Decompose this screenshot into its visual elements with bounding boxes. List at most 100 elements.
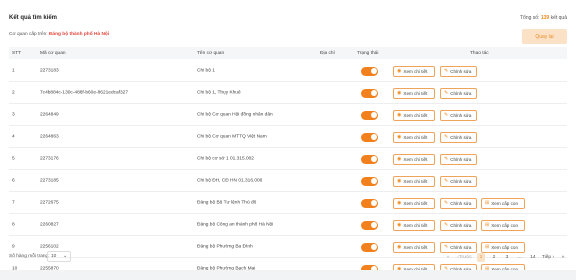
col-code: Mã cơ quan (40, 50, 66, 56)
row-name: Chi bộ Cơ quan MTTQ Việt Nam (197, 134, 267, 139)
table-row: 5 2273176 Chi bộ cơ sở 1 01.315.002 ◉ Xem ch… (9, 148, 567, 170)
total-number: 139 (540, 15, 550, 21)
eye-icon: ◉ (397, 222, 402, 228)
table-row: 3 2264849 Chi bộ Cơ quan Hội đồng nhân dân… (9, 104, 567, 126)
row-name: Chi bộ 1 (197, 68, 215, 73)
eye-icon: ◉ (397, 200, 402, 206)
edit-button[interactable]: ✎ Chỉnh sửa (440, 197, 477, 209)
status-toggle[interactable] (361, 110, 378, 120)
pencil-icon: ✎ (444, 90, 449, 96)
pagination-bar: Số hàng mỗi trang: 10 ⌄ « ‹ Trước 1 2 3 … (9, 250, 567, 264)
pencil-icon: ✎ (444, 112, 449, 118)
view-detail-button[interactable]: ◉ Xem chi tiết (393, 175, 435, 187)
edit-button[interactable]: ✎ Chỉnh sửa (440, 175, 477, 187)
table-row: 6 2273185 Chi bộ ĐH, CĐ HN 01.316.006 ◉ Xem … (9, 170, 567, 192)
tree-icon: ⊞ (485, 222, 490, 228)
eye-icon: ◉ (397, 134, 402, 140)
pager: « ‹ Trước 1 2 3 ... 14 Tiếp › » (444, 250, 567, 264)
edit-button[interactable]: ✎ Chỉnh sửa (440, 153, 477, 165)
pencil-icon: ✎ (444, 156, 449, 162)
results-title: Kết quả tìm kiếm (9, 15, 58, 21)
status-toggle[interactable] (361, 66, 378, 76)
table-header: STT Mã cơ quan Tên cơ quan Địa chỉ Trạng… (9, 47, 567, 59)
page-3[interactable]: 3 (503, 253, 511, 262)
row-name: Đảng bộ Bộ Tư lệnh Thủ đô (197, 200, 257, 205)
back-button[interactable]: Quay lại (522, 29, 567, 44)
edit-button[interactable]: ✎ Chỉnh sửa (440, 219, 477, 231)
pencil-icon: ✎ (444, 134, 449, 140)
row-name: Chi bộ ĐH, CĐ HN 01.316.006 (197, 178, 263, 183)
status-toggle[interactable] (361, 176, 378, 186)
col-stt: STT (12, 50, 22, 56)
row-code: 7c4b884c-130c-488f-b60e-8621edcaf327 (40, 90, 129, 95)
table-row: 1 2273183 Chi bộ 1 ◉ Xem chi tiết ✎ Chỉnh sửa (9, 60, 567, 82)
row-name: Chi bộ Cơ quan Hội đồng nhân dân (197, 112, 273, 117)
view-detail-button[interactable]: ◉ Xem chi tiết (393, 197, 435, 209)
eye-icon: ◉ (397, 156, 402, 162)
pencil-icon: ✎ (444, 200, 449, 206)
table-row: 4 2264863 Chi bộ Cơ quan MTTQ Việt Nam ◉ Xem… (9, 126, 567, 148)
row-stt: 7 (12, 200, 15, 205)
edit-button[interactable]: ✎ Chỉnh sửa (440, 87, 477, 99)
view-detail-button[interactable]: ◉ Xem chi tiết (393, 87, 435, 99)
row-stt: 4 (12, 134, 15, 139)
chevron-down-icon: ⌄ (62, 254, 67, 259)
parent-org-name: Đảng bộ thành phố Hà Nội (48, 32, 110, 37)
row-code: 2272675 (40, 200, 59, 205)
edit-button[interactable]: ✎ Chỉnh sửa (440, 131, 477, 143)
col-address: Địa chỉ (320, 50, 335, 56)
parent-org: Cơ quan cấp trên: Đảng bộ thành phố Hà N… (9, 32, 110, 37)
status-toggle[interactable] (361, 198, 378, 208)
row-stt: 5 (12, 156, 15, 161)
row-stt: 3 (12, 112, 15, 117)
eye-icon: ◉ (397, 178, 402, 184)
page-ellipsis: ... (517, 254, 522, 260)
view-children-button[interactable]: ⊞ Xem cấp con (481, 219, 525, 231)
col-actions: Thao tác (470, 50, 489, 56)
eye-icon: ◉ (397, 90, 402, 96)
results-card: Kết quả tìm kiếm Tổng số: 139 kết quả Cơ… (0, 0, 576, 280)
view-detail-button[interactable]: ◉ Xem chi tiết (393, 219, 435, 231)
page-2[interactable]: 2 (490, 253, 498, 262)
row-code: 2264863 (40, 134, 59, 139)
pencil-icon: ✎ (444, 222, 449, 228)
row-code: 2273176 (40, 156, 59, 161)
edit-button[interactable]: ✎ Chỉnh sửa (440, 65, 477, 77)
bottom-strip (0, 270, 576, 280)
next-page-button[interactable]: Tiếp › (542, 253, 554, 262)
view-detail-button[interactable]: ◉ Xem chi tiết (393, 109, 435, 121)
page-14[interactable]: 14 (529, 253, 537, 262)
row-code: 2273183 (40, 68, 59, 73)
status-toggle[interactable] (361, 220, 378, 230)
row-name: Chi bộ 1, Thụy Khuê (197, 90, 241, 95)
last-page-icon[interactable]: » (559, 253, 567, 262)
status-toggle[interactable] (361, 154, 378, 164)
view-children-button[interactable]: ⊞ Xem cấp con (481, 197, 525, 209)
row-stt: 2 (12, 90, 15, 95)
page-size-select[interactable]: 10 ⌄ (47, 251, 71, 262)
first-page-icon[interactable]: « (444, 253, 452, 262)
view-detail-button[interactable]: ◉ Xem chi tiết (393, 65, 435, 77)
eye-icon: ◉ (397, 112, 402, 118)
table-row: 8 2260827 Đảng bộ Công an thành phố Hà Nội… (9, 214, 567, 236)
status-toggle[interactable] (361, 132, 378, 142)
view-detail-button[interactable]: ◉ Xem chi tiết (393, 131, 435, 143)
row-stt: 8 (12, 222, 15, 227)
table-row: 2 7c4b884c-130c-488f-b60e-8621edcaf327 Chi… (9, 82, 567, 104)
row-code: 2273185 (40, 178, 59, 183)
status-toggle[interactable] (361, 88, 378, 98)
eye-icon: ◉ (397, 68, 402, 74)
row-name: Đảng bộ Phường Ba Đình (197, 244, 253, 249)
edit-button[interactable]: ✎ Chỉnh sửa (440, 109, 477, 121)
row-stt: 1 (12, 68, 15, 73)
tree-icon: ⊞ (485, 200, 490, 206)
col-status: Trạng thái (357, 50, 379, 56)
row-name: Đảng bộ Công an thành phố Hà Nội (197, 222, 274, 227)
page-size-label: Số hàng mỗi trang: (9, 254, 50, 259)
row-code: 2260827 (40, 222, 59, 227)
prev-page-button[interactable]: ‹ Trước (457, 253, 472, 262)
page-1[interactable]: 1 (476, 252, 485, 262)
row-code: 2256102 (40, 244, 59, 249)
view-detail-button[interactable]: ◉ Xem chi tiết (393, 153, 435, 165)
row-stt: 9 (12, 244, 15, 249)
